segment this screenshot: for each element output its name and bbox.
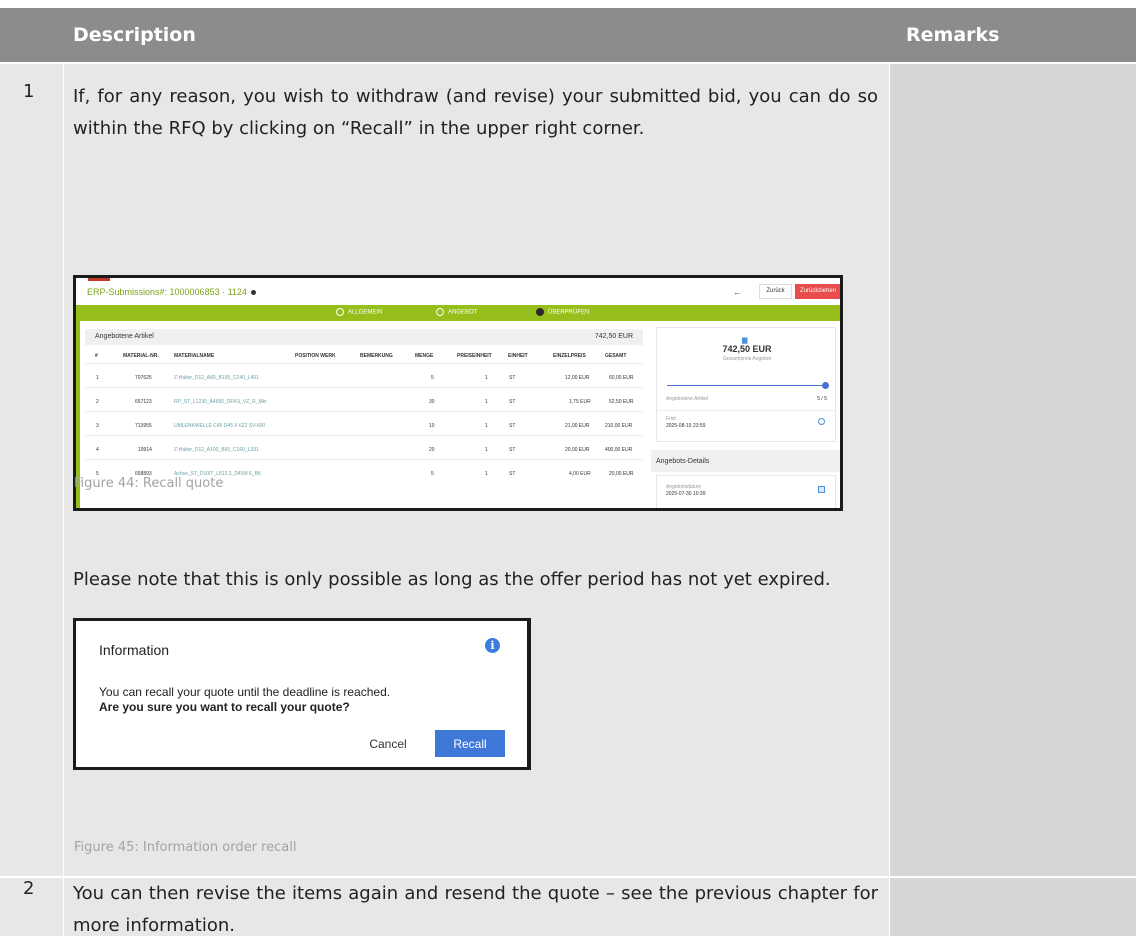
- recall-note-text: Please note that this is only possible a…: [73, 569, 831, 590]
- col-bemerkung: BEMERKUNG: [360, 353, 393, 359]
- offer-date-label: Angebotsdatum: [666, 484, 702, 490]
- row-divider: [85, 387, 643, 388]
- revise-text: You can then revise the items again and …: [73, 883, 878, 936]
- progress-slider: [667, 385, 825, 386]
- submission-id: ERP-Submissions#: 1000006853 · 1124: [87, 287, 256, 297]
- articles-count: 5 / 5: [817, 396, 827, 402]
- col-gesamt: GESAMT: [605, 353, 627, 359]
- slider-knob: [822, 382, 829, 389]
- info-icon: i: [485, 638, 500, 653]
- deadline-label: Frist: [666, 416, 676, 422]
- material-link[interactable]: RP_ST_L1230_A4650_DFKS_VZ_R_Mkr: [174, 399, 267, 405]
- brand-mark: [88, 278, 110, 281]
- remarks-cell: [889, 878, 1136, 936]
- items-header: Angebotene Artikel 742,50 EUR: [85, 329, 643, 345]
- offer-date-card: Angebotsdatum 2025-07-30 10:39: [656, 475, 836, 508]
- recall-button[interactable]: Zurückziehen: [795, 284, 840, 299]
- recall-confirm-dialog: Information i : You can recall your quot…: [73, 618, 531, 770]
- remarks-cell: [889, 64, 1136, 876]
- check-circle-icon: [436, 308, 444, 316]
- table-header: Description Remarks: [0, 8, 1136, 62]
- clock-icon: [818, 418, 825, 425]
- figure-caption: Figure 45: Information order recall: [74, 840, 297, 855]
- material-link[interactable]: Z-Halter_D12_A100_B65_C160_L291: [174, 447, 259, 453]
- row-divider: [85, 459, 643, 460]
- table-row: 2 You can then revise the items again an…: [0, 878, 1136, 936]
- header-description: Description: [73, 24, 196, 46]
- summary-card: ▆ 742,50 EUR Gesamtpreis Angebot Angebot…: [656, 327, 837, 442]
- items-total: 742,50 EUR: [594, 333, 633, 340]
- col-preiseinheit: PREISEINHEIT: [457, 353, 492, 359]
- row-divider: [85, 435, 643, 436]
- table-row: 1 If, for any reason, you wish to withdr…: [0, 64, 1136, 876]
- cancel-button[interactable]: Cancel: [359, 730, 417, 757]
- col-position-werk: POSITION WERK: [295, 353, 336, 359]
- step-bar: ALLGEMEIN ANGEBOT ÜBERPRÜFEN: [76, 305, 840, 321]
- summary-amount: 742,50 EUR: [722, 344, 772, 354]
- column-divider: [63, 878, 64, 936]
- col-einheit: EINHEIT: [508, 353, 528, 359]
- window-edge: :: [526, 643, 529, 654]
- back-button[interactable]: Zurück: [759, 284, 792, 299]
- calendar-icon[interactable]: [818, 486, 825, 493]
- recall-intro-text: If, for any reason, you wish to withdraw…: [73, 86, 878, 139]
- dialog-title: Information: [99, 642, 170, 658]
- back-arrow-icon[interactable]: ←: [733, 287, 742, 297]
- material-link[interactable]: Z-Halter_D12_A80_B195_C240_L401: [174, 375, 259, 381]
- dialog-message: You can recall your quote until the dead…: [99, 685, 391, 699]
- recall-confirm-button[interactable]: Recall: [435, 730, 505, 757]
- card-divider: [657, 410, 837, 411]
- chart-icon: ▆: [742, 337, 748, 344]
- row-number: 1: [23, 81, 35, 102]
- material-link[interactable]: UMLENKWELLE C45 D45 X 622 SV-600: [174, 423, 265, 429]
- col-einzelpreis: EINZELPREIS: [553, 353, 586, 359]
- row-number: 2: [23, 878, 35, 899]
- articles-label: Angebotene Artikel: [666, 396, 708, 402]
- step-allgemein[interactable]: ALLGEMEIN: [336, 308, 382, 316]
- screenshot-topbar: ERP-Submissions#: 1000006853 · 1124 ← Zu…: [76, 278, 840, 305]
- items-title: Angebotene Artikel: [95, 333, 154, 340]
- column-divider: [63, 64, 64, 876]
- row-divider: [85, 363, 643, 364]
- header-remarks: Remarks: [906, 24, 1000, 46]
- check-circle-icon: [336, 308, 344, 316]
- row-divider: [85, 411, 643, 412]
- deadline-value: 2025-08-15 23:59: [666, 423, 706, 429]
- details-title: Angebots-Details: [656, 458, 710, 465]
- figure-caption: Figure 44: Recall quote: [74, 476, 224, 491]
- summary-label: Gesamtpreis Angebot: [722, 356, 772, 362]
- step-ueberpruefen[interactable]: ÜBERPRÜFEN: [536, 308, 589, 316]
- col-index: #: [95, 353, 98, 359]
- dialog-question: Are you sure you want to recall your quo…: [99, 700, 350, 714]
- step-angebot[interactable]: ANGEBOT: [436, 308, 477, 316]
- col-material-name: MATERIALNAME: [174, 353, 215, 359]
- offer-date-value: 2025-07-30 10:39: [666, 491, 706, 497]
- col-material-nr: MATERIAL-NR.: [123, 353, 159, 359]
- check-circle-icon: [536, 308, 544, 316]
- details-header: Angebots-Details: [651, 450, 840, 472]
- col-menge: MENGE: [415, 353, 434, 359]
- instruction-table: Description Remarks 1 If, for any reason…: [0, 0, 1136, 936]
